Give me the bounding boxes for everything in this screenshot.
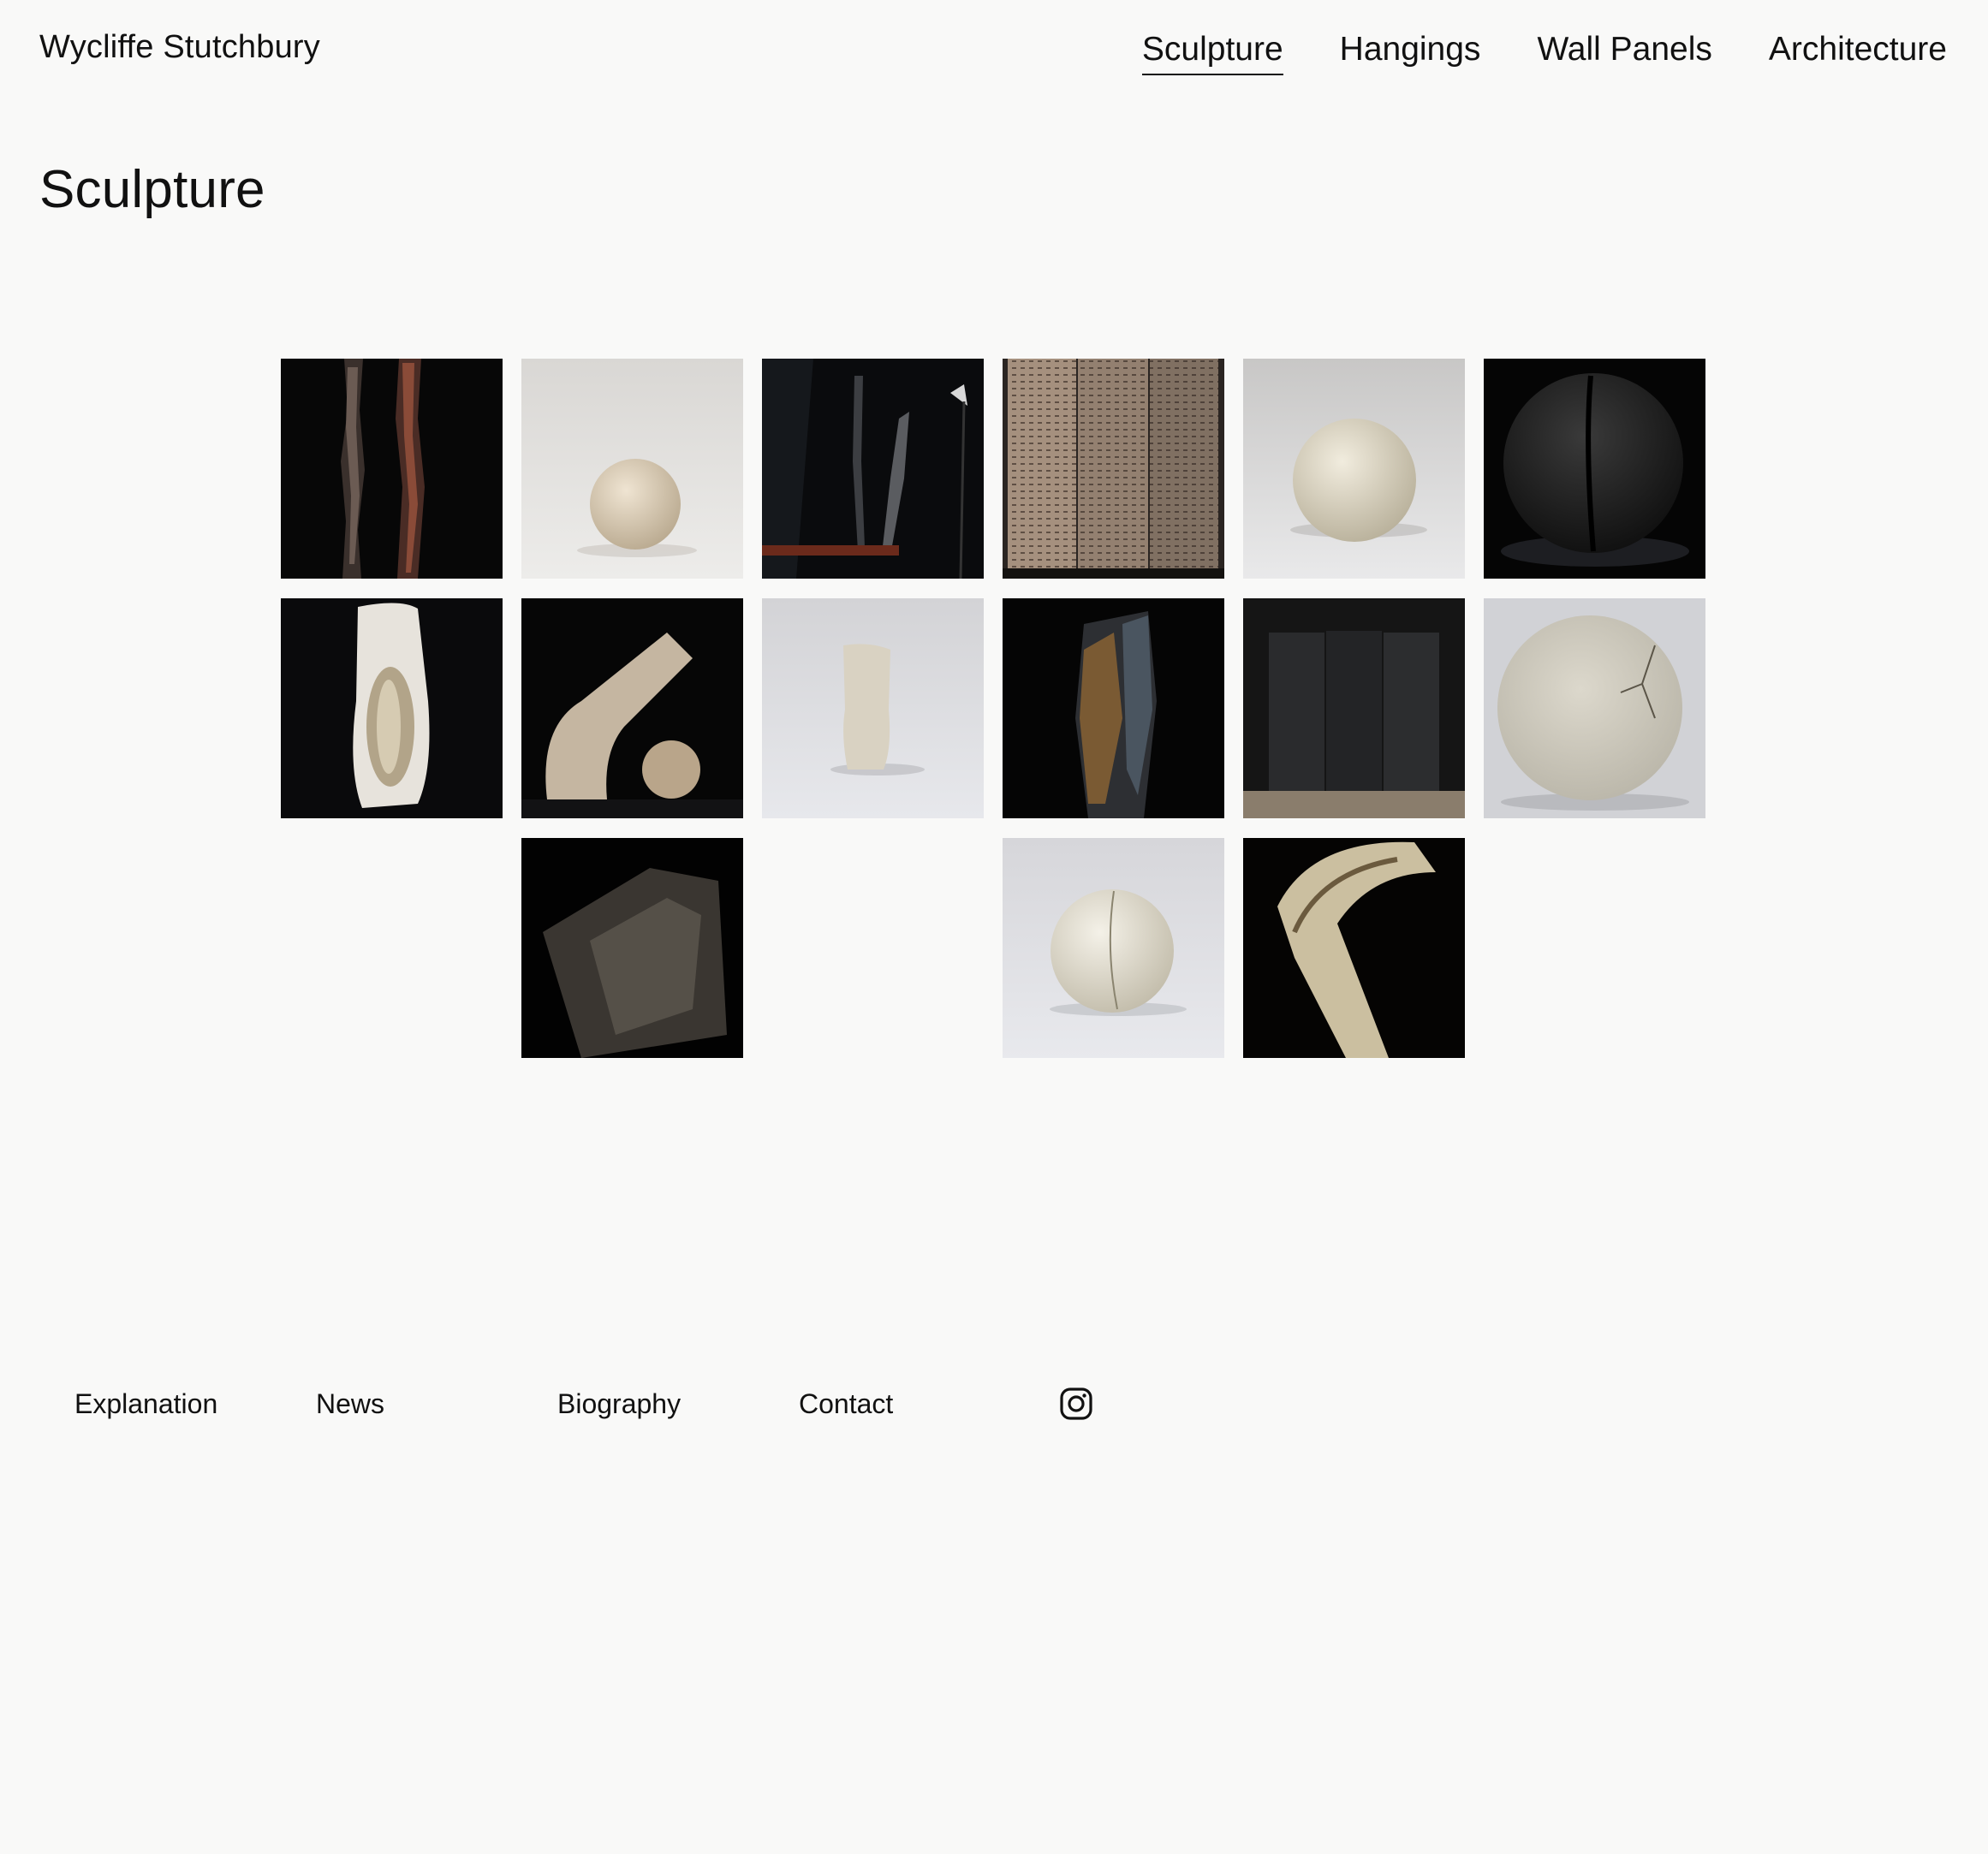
nav-item-wall-panels[interactable]: Wall Panels (1537, 29, 1711, 75)
footer-link-biography[interactable]: Biography (557, 1388, 799, 1420)
footer-link-explanation[interactable]: Explanation (74, 1388, 316, 1420)
gallery-tile-small-pale-sphere[interactable] (521, 359, 743, 579)
gallery-tile-dark-wood-fragment[interactable] (521, 838, 743, 1058)
top-navigation: Sculpture Hangings Wall Panels Architect… (1141, 29, 1947, 75)
instagram-icon[interactable] (1059, 1387, 1093, 1421)
gallery-tile-dark-twisted-standing-form[interactable] (762, 359, 984, 579)
gallery-tile-tall-dark-vertical-forms[interactable] (281, 359, 503, 579)
gallery-tile-pale-sphere[interactable] (1243, 359, 1465, 579)
gallery-tile-black-split-sphere[interactable] (1484, 359, 1705, 579)
site-name-link[interactable]: Wycliffe Stutchbury (39, 29, 320, 66)
gallery-tile-dark-panel-screen[interactable] (1243, 598, 1465, 818)
sculpture-gallery (281, 359, 1705, 1058)
gallery-tile-white-trunk-with-seed[interactable] (281, 598, 503, 818)
gallery-tile-bent-branch-and-ball[interactable] (521, 598, 743, 818)
gallery-tile-cracked-white-sphere[interactable] (1003, 838, 1224, 1058)
footer-link-news[interactable]: News (316, 1388, 557, 1420)
footer-navigation: Explanation News Biography Contact (74, 1387, 1093, 1421)
gallery-tile-cracked-pale-disc[interactable] (1484, 598, 1705, 818)
nav-item-hangings[interactable]: Hangings (1340, 29, 1481, 75)
page-title: Sculpture (39, 160, 265, 219)
gallery-tile-pale-trunk-form[interactable] (762, 598, 984, 818)
gallery-tile-curved-bone-form[interactable] (1243, 838, 1465, 1058)
footer-link-contact[interactable]: Contact (799, 1388, 1040, 1420)
gallery-tile-textured-folding-screen[interactable] (1003, 359, 1224, 579)
nav-item-architecture[interactable]: Architecture (1769, 29, 1947, 75)
gallery-tile-dark-weathered-column[interactable] (1003, 598, 1224, 818)
nav-item-sculpture[interactable]: Sculpture (1141, 29, 1283, 75)
